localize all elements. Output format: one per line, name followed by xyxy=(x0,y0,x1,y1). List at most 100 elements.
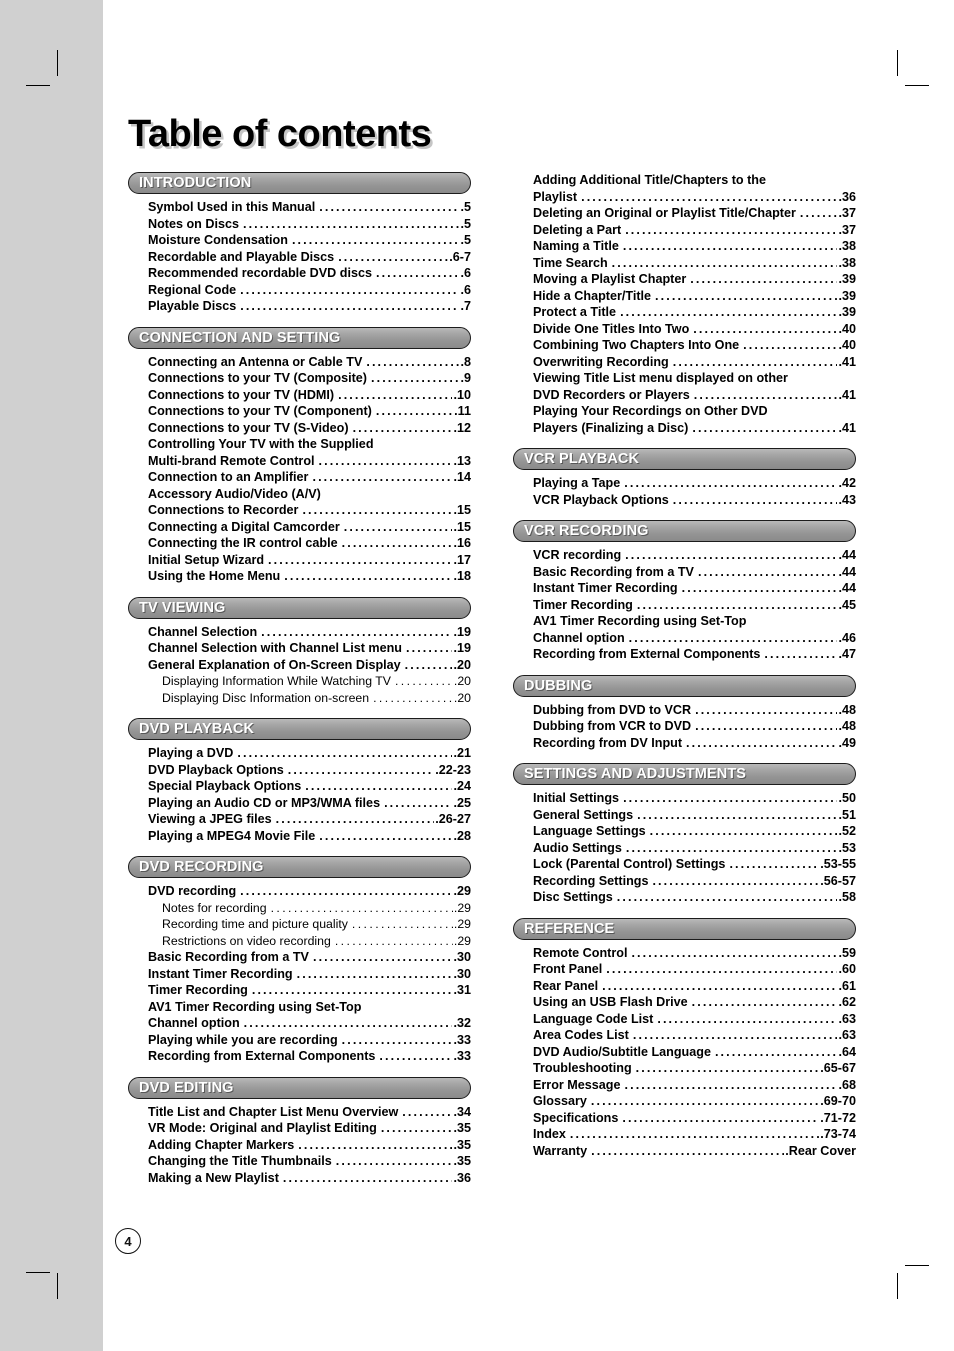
toc-entry[interactable]: Playing a DVD...........................… xyxy=(148,745,471,762)
toc-entry[interactable]: Controlling Your TV with the Supplied...… xyxy=(148,436,471,453)
toc-entry[interactable]: Index...................................… xyxy=(533,1126,856,1143)
toc-entry[interactable]: Timer Recording.........................… xyxy=(533,597,856,614)
toc-entry[interactable]: Timer Recording.........................… xyxy=(148,982,471,999)
toc-entry[interactable]: Basic Recording from a TV...............… xyxy=(533,564,856,581)
toc-entry[interactable]: AV1 Timer Recording using Set-Top.......… xyxy=(148,999,471,1016)
toc-entry[interactable]: Remote Control..........................… xyxy=(533,945,856,962)
toc-entry[interactable]: Adding Additional Title/Chapters to the.… xyxy=(533,172,856,189)
toc-entry[interactable]: Disc Settings...........................… xyxy=(533,889,856,906)
toc-entry[interactable]: DVD Playback Options....................… xyxy=(148,762,471,779)
toc-entry[interactable]: Language Code List......................… xyxy=(533,1011,856,1028)
toc-entry[interactable]: Connections to your TV (Composite)......… xyxy=(148,370,471,387)
toc-entry-page: 41 xyxy=(838,354,856,371)
toc-entry[interactable]: Channel Selection.......................… xyxy=(148,624,471,641)
toc-entry[interactable]: Connection to an Amplifier..............… xyxy=(148,469,471,486)
toc-entry[interactable]: Playable Discs..........................… xyxy=(148,298,471,315)
toc-entry[interactable]: Connecting a Digital Camcorder..........… xyxy=(148,519,471,536)
toc-entry[interactable]: Playing an Audio CD or MP3/WMA files....… xyxy=(148,795,471,812)
toc-entry[interactable]: Lock (Parental Control) Settings........… xyxy=(533,856,856,873)
toc-entry[interactable]: Connections to your TV (HDMI)...........… xyxy=(148,387,471,404)
toc-leader-dots: ........................................… xyxy=(691,995,838,1009)
toc-entry[interactable]: Moisture Condensation...................… xyxy=(148,232,471,249)
toc-entry[interactable]: VCR Playback Options....................… xyxy=(533,492,856,509)
toc-entry[interactable]: Accessory Audio/Video (A/V).............… xyxy=(148,486,471,503)
toc-entry[interactable]: VCR recording...........................… xyxy=(533,547,856,564)
toc-entry[interactable]: Warranty................................… xyxy=(533,1143,856,1160)
toc-entry[interactable]: Naming a Title..........................… xyxy=(533,238,856,255)
toc-entry[interactable]: Instant Timer Recording.................… xyxy=(148,966,471,983)
toc-entry[interactable]: Recording from External Components......… xyxy=(148,1048,471,1065)
toc-entry[interactable]: Specifications..........................… xyxy=(533,1110,856,1127)
toc-entry[interactable]: Displaying Information While Watching TV… xyxy=(148,673,471,690)
toc-entry[interactable]: Time Search.............................… xyxy=(533,255,856,272)
toc-entry[interactable]: Channel option..........................… xyxy=(148,1015,471,1032)
toc-entry[interactable]: Regional Code...........................… xyxy=(148,282,471,299)
toc-leader-dots: ........................................… xyxy=(697,564,838,579)
toc-entry[interactable]: Players (Finalizing a Disc).............… xyxy=(533,420,856,437)
toc-entry[interactable]: Recording from DV Input.................… xyxy=(533,735,856,752)
toc-entry[interactable]: Changing the Title Thumbnails...........… xyxy=(148,1153,471,1170)
toc-entry[interactable]: Viewing Title List menu displayed on oth… xyxy=(533,370,856,387)
toc-entry[interactable]: General Settings........................… xyxy=(533,807,856,824)
toc-entry[interactable]: Dubbing from DVD to VCR.................… xyxy=(533,702,856,719)
toc-entry[interactable]: Basic Recording from a TV...............… xyxy=(148,949,471,966)
toc-entry[interactable]: Protect a Title.........................… xyxy=(533,304,856,321)
toc-entry[interactable]: Hide a Chapter/Title....................… xyxy=(533,288,856,305)
toc-entry[interactable]: Channel Selection with Channel List menu… xyxy=(148,640,471,657)
toc-entry[interactable]: Deleting a Part.........................… xyxy=(533,222,856,239)
toc-entry[interactable]: Recording from External Components......… xyxy=(533,646,856,663)
toc-entry[interactable]: Troubleshooting.........................… xyxy=(533,1060,856,1077)
toc-entry[interactable]: Recording time and picture quality......… xyxy=(148,916,471,933)
toc-entry[interactable]: Error Message...........................… xyxy=(533,1077,856,1094)
toc-entry[interactable]: Rear Panel..............................… xyxy=(533,978,856,995)
toc-entry[interactable]: Playing a Tape..........................… xyxy=(533,475,856,492)
toc-entry[interactable]: Notes on Discs..........................… xyxy=(148,216,471,233)
toc-entry[interactable]: Connecting the IR control cable.........… xyxy=(148,535,471,552)
toc-entry[interactable]: Symbol Used in this Manual..............… xyxy=(148,199,471,216)
toc-entry[interactable]: Playing a MPEG4 Movie File..............… xyxy=(148,828,471,845)
toc-entry[interactable]: Moving a Playlist Chapter...............… xyxy=(533,271,856,288)
toc-entry[interactable]: Title List and Chapter List Menu Overvie… xyxy=(148,1104,471,1121)
toc-entry[interactable]: Playing while you are recording.........… xyxy=(148,1032,471,1049)
toc-entry[interactable]: Connections to your TV (S-Video)........… xyxy=(148,420,471,437)
toc-entry[interactable]: Channel option..........................… xyxy=(533,630,856,647)
toc-entry[interactable]: Special Playback Options................… xyxy=(148,778,471,795)
toc-entry[interactable]: Using the Home Menu.....................… xyxy=(148,568,471,585)
toc-entry[interactable]: Recordable and Playable Discs...........… xyxy=(148,249,471,266)
toc-entry[interactable]: DVD Audio/Subtitle Language.............… xyxy=(533,1044,856,1061)
toc-entry[interactable]: Initial Setup Wizard....................… xyxy=(148,552,471,569)
toc-entry[interactable]: Connections to Recorder.................… xyxy=(148,502,471,519)
toc-entry[interactable]: DVD recording...........................… xyxy=(148,883,471,900)
toc-entry[interactable]: Using an USB Flash Drive................… xyxy=(533,994,856,1011)
toc-entry[interactable]: VR Mode: Original and Playlist Editing..… xyxy=(148,1120,471,1137)
toc-entry[interactable]: General Explanation of On-Screen Display… xyxy=(148,657,471,674)
toc-entry[interactable]: Recording Settings......................… xyxy=(533,873,856,890)
toc-entry[interactable]: Notes for recording.....................… xyxy=(148,900,471,917)
toc-entry[interactable]: Playing Your Recordings on Other DVD....… xyxy=(533,403,856,420)
toc-entry[interactable]: Making a New Playlist...................… xyxy=(148,1170,471,1187)
toc-entry[interactable]: Initial Settings........................… xyxy=(533,790,856,807)
toc-entry[interactable]: Audio Settings..........................… xyxy=(533,840,856,857)
toc-entry[interactable]: Combining Two Chapters Into One.........… xyxy=(533,337,856,354)
toc-entry[interactable]: Multi-brand Remote Control..............… xyxy=(148,453,471,470)
toc-leader-dots: ........................................… xyxy=(261,624,452,639)
toc-entry[interactable]: Restrictions on video recording.........… xyxy=(148,933,471,950)
toc-entry[interactable]: Divide One Titles Into Two..............… xyxy=(533,321,856,338)
toc-entry[interactable]: Dubbing from VCR to DVD.................… xyxy=(533,718,856,735)
toc-entry[interactable]: DVD Recorders or Players................… xyxy=(533,387,856,404)
toc-entry[interactable]: Language Settings.......................… xyxy=(533,823,856,840)
toc-entry[interactable]: Area Codes List.........................… xyxy=(533,1027,856,1044)
toc-entry[interactable]: Glossary................................… xyxy=(533,1093,856,1110)
toc-entry[interactable]: Viewing a JPEG files....................… xyxy=(148,811,471,828)
toc-entry[interactable]: Instant Timer Recording.................… xyxy=(533,580,856,597)
toc-entry[interactable]: Connections to your TV (Component)......… xyxy=(148,403,471,420)
toc-entry[interactable]: Front Panel.............................… xyxy=(533,961,856,978)
toc-entry[interactable]: Connecting an Antenna or Cable TV.......… xyxy=(148,354,471,371)
toc-entry[interactable]: Overwriting Recording...................… xyxy=(533,354,856,371)
toc-entry[interactable]: Displaying Disc Information on-screen...… xyxy=(148,690,471,707)
toc-entry[interactable]: Deleting an Original or Playlist Title/C… xyxy=(533,205,856,222)
toc-entry[interactable]: Adding Chapter Markers..................… xyxy=(148,1137,471,1154)
toc-entry[interactable]: Recommended recordable DVD discs........… xyxy=(148,265,471,282)
toc-entry[interactable]: AV1 Timer Recording using Set-Top.......… xyxy=(533,613,856,630)
toc-entry[interactable]: Playlist................................… xyxy=(533,189,856,206)
